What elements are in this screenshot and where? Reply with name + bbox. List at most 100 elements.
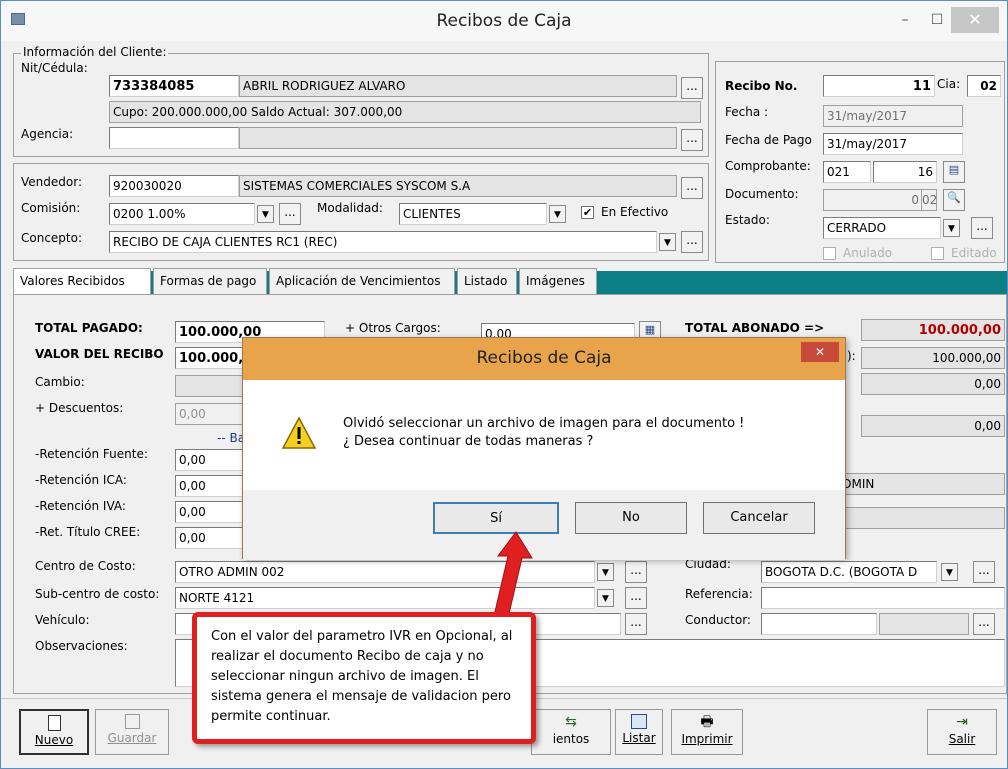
en-efectivo-checkbox[interactable]: ✔ [581, 206, 594, 219]
comprobante-label: Comprobante: [725, 159, 811, 173]
vendedor-search-button[interactable]: ... [681, 177, 703, 199]
en-efectivo-label: En Efectivo [601, 205, 669, 219]
nuevo-button[interactable]: Nuevo [19, 709, 89, 755]
fecha-field: 31/may/2017 [823, 105, 963, 127]
dialog-message-line1: Olvidó seleccionar un archivo de imagen … [343, 416, 745, 431]
modalidad-dropdown-icon[interactable]: ▼ [549, 205, 566, 223]
vencimientos-label: ientos [552, 732, 590, 746]
centro-costo-dropdown-icon[interactable]: ▼ [597, 563, 614, 581]
vendedor-name-field: SISTEMAS COMERCIALES SYSCOM S.A [239, 175, 677, 197]
modalidad-label: Modalidad: [317, 201, 383, 215]
comprobante-num-input[interactable]: 16 [873, 161, 937, 183]
callout-arrow [493, 531, 533, 619]
comision-dots-button[interactable]: ... [279, 203, 301, 225]
observaciones-label: Observaciones: [35, 639, 128, 653]
guardar-label: Guardar [107, 731, 157, 745]
editado-label: Editado [951, 246, 997, 260]
ciudad-dropdown-icon[interactable]: ▼ [941, 563, 958, 581]
estado-dots-button[interactable]: ... [971, 217, 993, 239]
title-bar: Recibos de Caja – ☐ ✕ [1, 1, 1007, 41]
concepto-label: Concepto: [21, 231, 83, 245]
cancel-button[interactable]: Cancelar [703, 502, 815, 534]
close-button[interactable]: ✕ [951, 7, 999, 33]
referencia-label: Referencia: [685, 587, 753, 601]
dialog-message-line2: ¿ Desea continuar de todas maneras ? [343, 434, 594, 449]
cia-label: Cia: [937, 77, 961, 91]
tabs: Valores Recibidos Formas de pago Aplicac… [13, 268, 613, 294]
dialog-close-button[interactable]: ✕ [801, 342, 839, 362]
listar-label: Listar [622, 731, 656, 745]
tab-listado[interactable]: Listado [457, 268, 517, 294]
ret-fuente-input[interactable]: 0,00 [175, 449, 251, 471]
editado-checkbox[interactable] [931, 247, 944, 260]
client-name-field: ABRIL RODRIGUEZ ALVARO [239, 75, 677, 97]
ret-iva-input[interactable]: 0,00 [175, 501, 251, 523]
conductor-dots-button[interactable]: ... [973, 613, 995, 635]
comprobante-view-icon[interactable]: ▤ [943, 161, 965, 183]
conductor-name-field [879, 613, 969, 635]
ret-ica-label: -Retención ICA: [35, 473, 127, 487]
agencia-search-button[interactable]: ... [681, 129, 703, 151]
valor-recibo-input[interactable]: 100.000,0 [175, 347, 251, 369]
concepto-dots-button[interactable]: ... [681, 231, 703, 253]
subcentro-dropdown-icon[interactable]: ▼ [597, 589, 614, 607]
salir-button[interactable]: ⇥ Salir [927, 709, 997, 755]
dialog-title: Recibos de Caja [476, 348, 612, 368]
modalidad-select[interactable]: CLIENTES [399, 203, 547, 225]
ciudad-dots-button[interactable]: ... [973, 561, 995, 583]
comision-dropdown-icon[interactable]: ▼ [257, 205, 274, 223]
vencimientos-button[interactable]: ⇆ ientos [531, 709, 611, 755]
agencia-input[interactable] [109, 127, 239, 149]
ret-iva-label: -Retención IVA: [35, 499, 126, 513]
cia-input[interactable]: 02 [967, 75, 1001, 97]
callout-text: Con el valor del parametro IVR en Opcion… [211, 629, 513, 724]
anulado-label: Anulado [843, 246, 893, 260]
concepto-dropdown-icon[interactable]: ▼ [659, 233, 676, 251]
tab-aplicacion-vencimientos[interactable]: Aplicación de Vencimientos [269, 268, 455, 294]
recibo-input[interactable]: 11 [823, 75, 935, 97]
fecha-pago-label: Fecha de Pago [725, 133, 812, 147]
centro-costo-dots-button[interactable]: ... [625, 561, 647, 583]
nit-input[interactable]: 733384085 [109, 75, 239, 97]
anulado-checkbox[interactable] [823, 247, 836, 260]
estado-select[interactable]: CERRADO [823, 217, 941, 239]
tab-formas-de-pago[interactable]: Formas de pago [153, 268, 267, 294]
listar-button[interactable]: Listar [615, 709, 663, 755]
comision-select[interactable]: 0200 1.00% [109, 203, 255, 225]
ret-cree-input[interactable]: 0,00 [175, 527, 251, 549]
estado-dropdown-icon[interactable]: ▼ [943, 219, 960, 237]
otros-cargos-label: + Otros Cargos: [345, 321, 441, 335]
annotation-callout: Con el valor del parametro IVR en Opcion… [192, 612, 536, 744]
documento-search-icon[interactable]: 🔍 [943, 189, 965, 211]
right-value-2: 0,00 [861, 373, 1005, 395]
client-search-button[interactable]: ... [681, 77, 703, 99]
referencia-input[interactable] [761, 587, 1005, 609]
vehiculo-dots-button[interactable]: ... [625, 613, 647, 635]
valor-recibo-label: VALOR DEL RECIBO [35, 347, 164, 361]
fecha-pago-input[interactable]: 31/may/2017 [823, 133, 963, 155]
comision-label: Comisión: [21, 201, 81, 215]
estado-label: Estado: [725, 213, 770, 227]
dialog-body: Olvidó seleccionar un archivo de imagen … [243, 380, 845, 560]
tab-imagenes[interactable]: Imágenes [519, 268, 597, 294]
descuentos-field: 0,00 [175, 403, 251, 425]
comprobante-code-input[interactable]: 021 [823, 161, 871, 183]
imprimir-button[interactable]: 🖶 Imprimir [671, 709, 743, 755]
tab-valores-recibidos[interactable]: Valores Recibidos [13, 268, 151, 294]
right-value-1: 100.000,00 [861, 347, 1005, 369]
total-abonado-label: TOTAL ABONADO => [685, 321, 825, 335]
documento-label: Documento: [725, 187, 799, 201]
minimize-button[interactable]: – [893, 9, 917, 33]
agencia-label: Agencia: [21, 127, 74, 141]
concepto-select[interactable]: RECIBO DE CAJA CLIENTES RC1 (REC) [109, 231, 657, 253]
vencimientos-icon: ⇆ [565, 714, 577, 730]
maximize-button[interactable]: ☐ [925, 9, 949, 33]
ret-ica-input[interactable]: 0,00 [175, 475, 251, 497]
guardar-button[interactable]: Guardar [95, 709, 169, 755]
subcentro-dots-button[interactable]: ... [625, 587, 647, 609]
no-button[interactable]: No [575, 502, 687, 534]
conductor-input[interactable] [761, 613, 877, 635]
ret-cree-label: -Ret. Título CREE: [35, 525, 141, 539]
vendedor-input[interactable]: 920030020 [109, 175, 239, 197]
ciudad-select[interactable]: BOGOTA D.C. (BOGOTA D [761, 561, 937, 583]
